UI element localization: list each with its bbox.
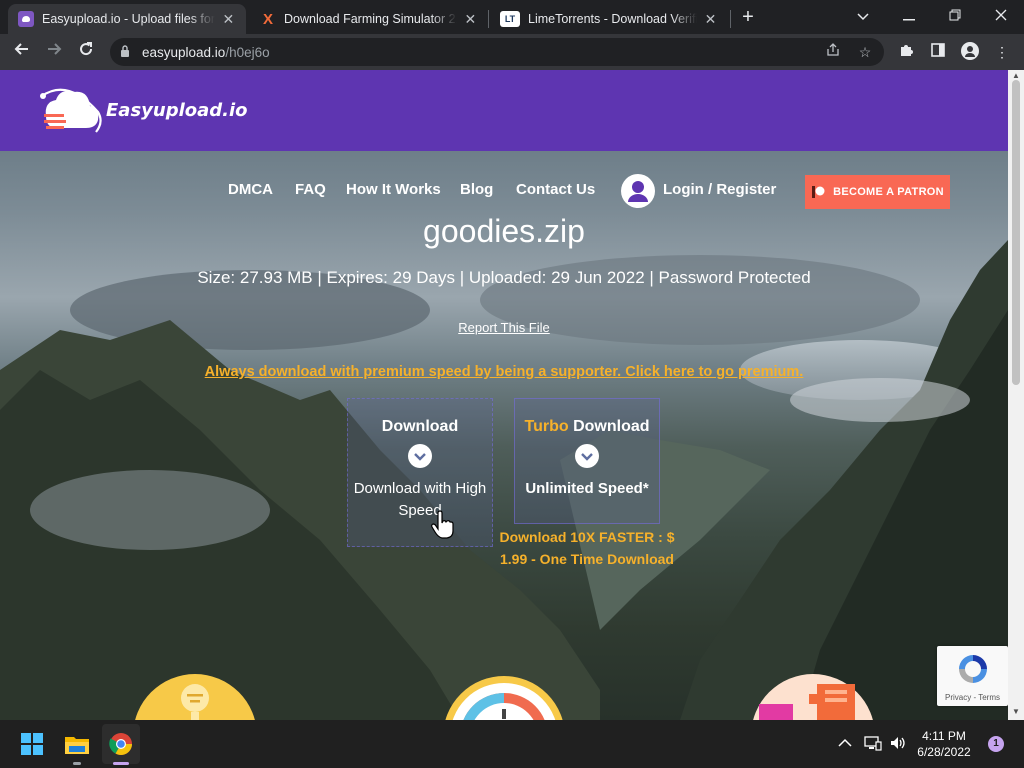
explorer-indicator	[73, 762, 81, 765]
download-title: Download	[381, 418, 459, 435]
back-button[interactable]	[10, 40, 34, 64]
system-clock[interactable]: 4:11 PM 6/28/2022	[912, 728, 976, 760]
minimize-button[interactable]	[889, 4, 929, 28]
turbo-title: Turbo Download	[524, 418, 650, 435]
report-file-link: Report This File	[458, 320, 550, 335]
tab-divider	[730, 10, 731, 28]
windows-taskbar: 4:11 PM 6/28/2022 1	[0, 720, 1024, 768]
feature-lightbulb-icon	[133, 674, 257, 720]
tab-limetorrents[interactable]: LT LimeTorrents - Download Verified ✕	[490, 4, 728, 34]
nav-faq[interactable]: FAQ	[295, 181, 326, 198]
profile-icon[interactable]	[960, 42, 980, 62]
page-scrollbar[interactable]: ▲ ▼	[1008, 70, 1024, 720]
file-name-heading: goodies.zip	[423, 213, 585, 249]
show-hidden-icons-icon[interactable]	[838, 735, 852, 751]
turbo-download-button[interactable]: Turbo Download Unlimited Speed*	[514, 398, 660, 524]
extensions-puzzle-icon[interactable]	[896, 42, 916, 62]
easyupload-favicon-icon	[18, 11, 34, 27]
notification-badge[interactable]: 1	[988, 736, 1004, 752]
site-header: Easyupload.io	[0, 70, 1008, 151]
lt-favicon-icon: LT	[500, 11, 520, 27]
browser-toolbar: easyupload.io/h0ej6o ☆ ⋮	[0, 34, 1024, 70]
network-icon[interactable]	[864, 735, 882, 754]
close-tab-icon[interactable]: ✕	[463, 11, 478, 28]
chevron-down-icon	[408, 444, 432, 468]
close-tab-icon[interactable]: ✕	[703, 11, 718, 28]
volume-icon[interactable]	[889, 735, 907, 754]
close-tab-icon[interactable]: ✕	[221, 11, 236, 28]
recaptcha-links: Privacy - Terms	[945, 693, 1000, 702]
close-icon	[995, 9, 1007, 21]
tab-title: LimeTorrents - Download Verified	[528, 12, 697, 26]
share-icon[interactable]	[824, 43, 842, 61]
nav-how-it-works[interactable]: How It Works	[346, 181, 441, 198]
scroll-up-arrow-icon[interactable]: ▲	[1011, 72, 1021, 80]
restore-button[interactable]	[935, 4, 975, 28]
clock-date: 6/28/2022	[917, 745, 971, 759]
feature-speedometer-icon	[443, 676, 565, 720]
tab-divider	[488, 10, 489, 28]
minimize-icon	[903, 19, 915, 21]
patron-label: BECOME A PATRON	[833, 186, 944, 198]
nav-blog[interactable]: Blog	[460, 181, 493, 198]
tab-title: Download Farming Simulator 22	[284, 12, 457, 26]
chevron-down-icon	[857, 13, 869, 21]
nav-login-register[interactable]: Login / Register	[663, 181, 776, 198]
download-subtitle: Download with High Speed	[353, 480, 487, 519]
recaptcha-icon	[959, 655, 987, 683]
recaptcha-badge[interactable]: Privacy - Terms	[937, 646, 1008, 706]
patreon-icon	[811, 185, 825, 199]
forward-button[interactable]	[42, 40, 66, 64]
chrome-icon[interactable]	[105, 728, 137, 760]
mountain-background	[0, 240, 1008, 720]
turbo-price-note[interactable]: Download 10X FASTER : $ 1.99 - One Time …	[497, 526, 677, 570]
file-meta-info: Size: 27.93 MB | Expires: 29 Days | Uplo…	[197, 268, 811, 287]
menu-kebab-icon[interactable]: ⋮	[992, 42, 1012, 62]
arrow-right-icon	[48, 43, 62, 55]
scrollbar-thumb[interactable]	[1012, 80, 1020, 385]
reload-button[interactable]	[74, 40, 98, 64]
tab-search-button[interactable]	[843, 4, 883, 28]
clock-time: 4:11 PM	[922, 729, 966, 743]
tab-title: Easyupload.io - Upload files for free	[42, 12, 215, 26]
tab-strip: Easyupload.io - Upload files for free ✕ …	[0, 0, 1024, 34]
x-favicon-icon: X	[262, 10, 273, 28]
new-tab-button[interactable]: +	[738, 6, 758, 28]
windows-start-icon[interactable]	[16, 728, 48, 760]
url-text: easyupload.io/h0ej6o	[142, 45, 270, 60]
reload-icon	[80, 42, 93, 56]
site-logo-text[interactable]: Easyupload.io	[106, 100, 248, 121]
chrome-indicator	[113, 762, 129, 765]
side-panel-icon[interactable]	[928, 42, 948, 62]
hand-cursor-icon	[431, 510, 454, 539]
scroll-down-arrow-icon[interactable]: ▼	[1011, 708, 1021, 716]
file-explorer-icon[interactable]	[61, 728, 93, 760]
lock-icon	[121, 45, 129, 57]
free-download-button[interactable]: Download Download with High Speed	[347, 398, 493, 547]
become-patron-button[interactable]: BECOME A PATRON	[805, 175, 950, 209]
chevron-down-icon	[575, 444, 599, 468]
user-avatar-icon[interactable]	[621, 174, 655, 208]
restore-icon	[949, 9, 961, 21]
close-window-button[interactable]	[981, 4, 1021, 28]
address-bar[interactable]: easyupload.io/h0ej6o ☆	[110, 38, 884, 66]
bookmark-star-icon[interactable]: ☆	[856, 43, 874, 61]
tab-farming-simulator[interactable]: X Download Farming Simulator 22 ✕	[250, 4, 488, 34]
page-viewport: Easyupload.io DMCA FAQ How It Works Blog…	[0, 70, 1008, 720]
nav-contact-us[interactable]: Contact Us	[516, 181, 595, 198]
tab-easyupload[interactable]: Easyupload.io - Upload files for free ✕	[8, 4, 246, 34]
easyupload-logo-icon[interactable]	[38, 82, 106, 138]
turbo-subtitle: Unlimited Speed*	[525, 480, 649, 497]
arrow-left-icon	[14, 43, 28, 55]
go-premium-link: Always download with premium speed by be…	[204, 364, 804, 380]
feature-files-icon	[751, 674, 875, 720]
nav-dmca[interactable]: DMCA	[228, 181, 273, 198]
